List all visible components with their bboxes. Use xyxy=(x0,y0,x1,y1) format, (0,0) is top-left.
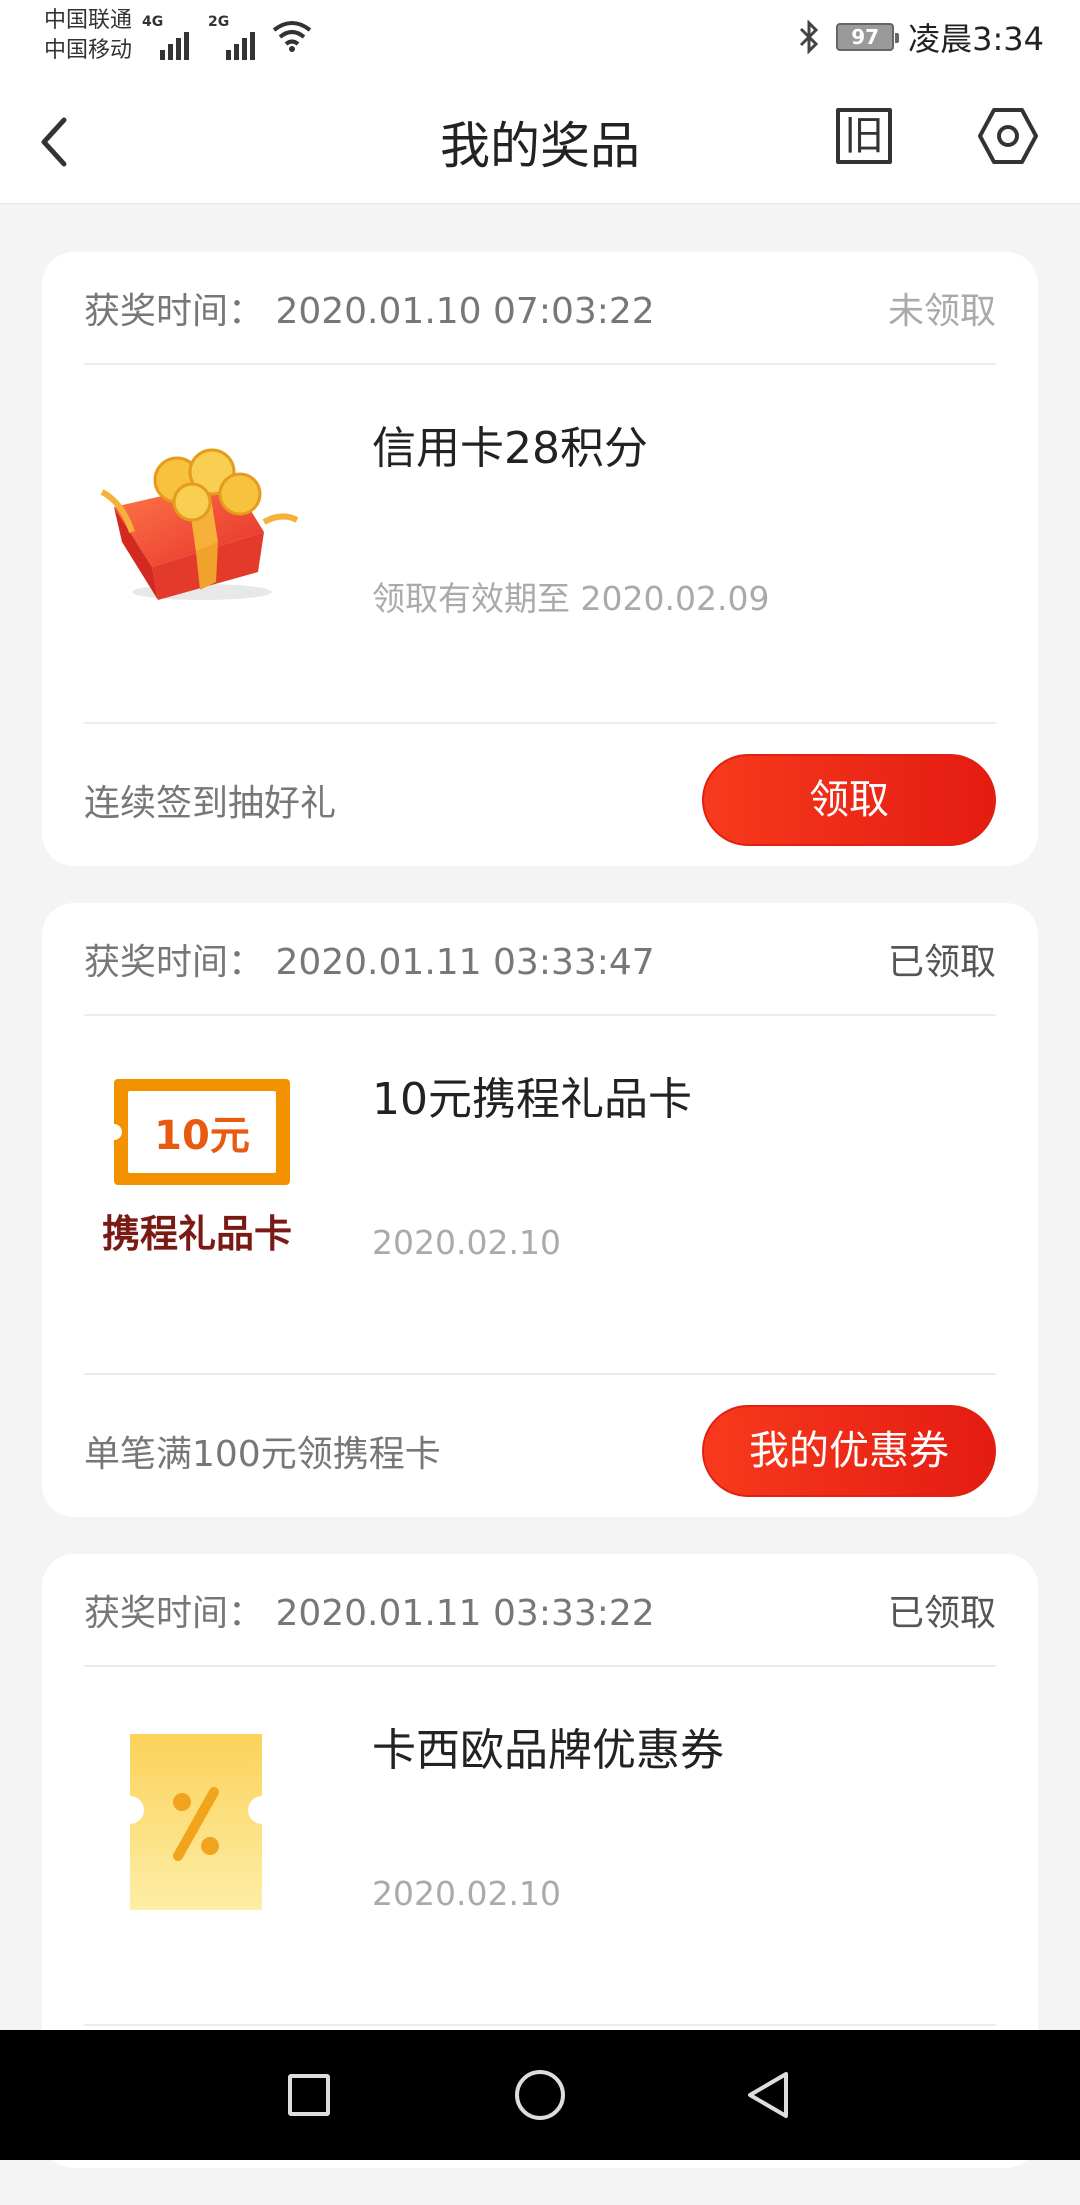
gift-card-value: 10元 xyxy=(154,1113,250,1159)
carrier-2-label: 中国移动 xyxy=(44,38,133,63)
prize-name: 信用卡28积分 xyxy=(372,423,648,474)
gift-card-caption: 携程礼品卡 xyxy=(101,1212,292,1256)
settings-icon[interactable] xyxy=(976,104,1040,168)
carrier-info: 中国联通 中国移动 xyxy=(44,6,132,66)
coupon-ticket-icon xyxy=(130,1734,262,1910)
clock: 凌晨3:34 xyxy=(908,20,1044,58)
claim-status: 已领取 xyxy=(887,942,996,983)
prize-expiry: 2020.02.10 xyxy=(372,1223,561,1262)
prize-card-footer: 单笔满100元领携程卡 我的优惠券 xyxy=(84,1373,996,1517)
carrier-1-label: 中国联通 xyxy=(44,8,133,33)
recent-apps-icon[interactable] xyxy=(288,2074,330,2116)
bluetooth-icon xyxy=(800,20,819,54)
prize-card-header: 获奖时间： 2020.01.11 03:33:22 已领取 xyxy=(84,1554,996,1667)
gift-box-icon xyxy=(100,448,299,600)
award-time: 获奖时间： 2020.01.11 03:33:47 xyxy=(84,942,655,983)
prize-list: 获奖时间： 2020.01.10 07:03:22 未领取 信用卡28积分 领取… xyxy=(42,252,1038,2205)
gift-card-icon: 10元 携程礼品卡 xyxy=(92,1053,302,1263)
wifi-icon xyxy=(272,21,312,52)
prize-expiry: 2020.02.10 xyxy=(372,1874,561,1913)
claim-button[interactable]: 领取 xyxy=(702,754,996,846)
prize-card: 获奖时间： 2020.01.11 03:33:47 已领取 10元 携程礼品卡 … xyxy=(42,903,1038,1517)
prize-name: 10元携程礼品卡 xyxy=(372,1074,692,1125)
page-title: 我的奖品 xyxy=(440,117,640,175)
prize-card-header: 获奖时间： 2020.01.11 03:33:47 已领取 xyxy=(84,903,996,1016)
system-nav-bar xyxy=(0,2030,1080,2160)
battery-icon: 97 xyxy=(836,23,900,51)
award-time: 获奖时间： 2020.01.10 07:03:22 xyxy=(84,291,655,332)
prize-name: 卡西欧品牌优惠券 xyxy=(372,1725,724,1776)
system-back-icon[interactable] xyxy=(744,2070,794,2120)
battery-level: 97 xyxy=(851,25,880,49)
prize-card: 获奖时间： 2020.01.10 07:03:22 未领取 信用卡28积分 领取… xyxy=(42,252,1038,866)
my-coupons-button[interactable]: 我的优惠券 xyxy=(702,1405,996,1497)
claim-status: 已领取 xyxy=(887,1593,996,1634)
gift-card-frame: 10元 xyxy=(106,1079,290,1185)
home-icon[interactable] xyxy=(515,2070,565,2120)
award-time: 获奖时间： 2020.01.11 03:33:22 xyxy=(84,1593,655,1634)
old-version-label: 旧 xyxy=(844,113,884,159)
prize-card-footer: 连续签到抽好礼 领取 xyxy=(84,722,996,866)
old-version-button[interactable]: 旧 xyxy=(836,108,892,164)
top-navbar: 我的奖品 旧 xyxy=(0,78,1080,204)
status-bar: 中国联通 中国移动 4G 2G 97 凌晨3:34 xyxy=(0,0,1080,78)
claim-status: 未领取 xyxy=(887,291,996,332)
prize-expiry: 领取有效期至 2020.02.09 xyxy=(372,579,770,618)
promo-link[interactable]: 单笔满100元领携程卡 xyxy=(84,1425,441,1477)
prize-card-header: 获奖时间： 2020.01.10 07:03:22 未领取 xyxy=(84,252,996,365)
promo-link[interactable]: 连续签到抽好礼 xyxy=(84,774,336,826)
